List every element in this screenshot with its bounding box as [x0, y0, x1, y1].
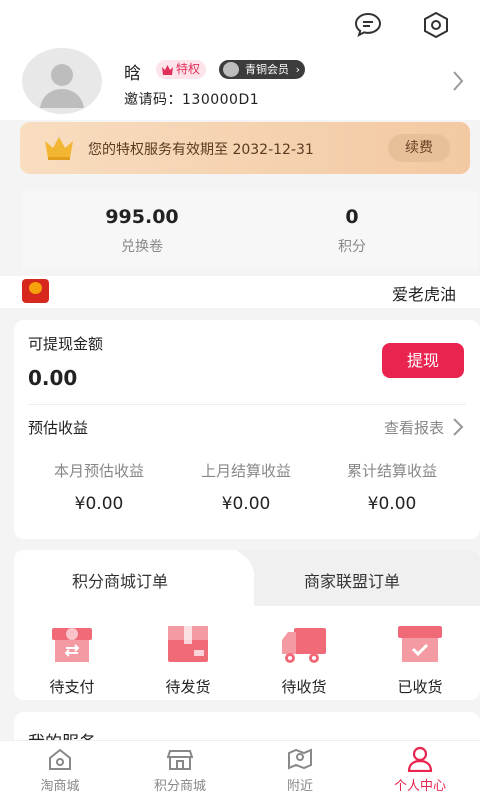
- vip-expiry-text: 您的特权服务有效期至 2032-12-31: [88, 142, 314, 158]
- nav-label: 个人中心: [393, 779, 446, 794]
- view-report-link[interactable]: 查看报表: [384, 417, 444, 438]
- nav-nearby[interactable]: 附近: [240, 745, 360, 794]
- withdrawable-title: 可提现金额: [28, 335, 104, 353]
- crown-icon: [161, 63, 174, 82]
- package-icon: [164, 620, 212, 668]
- stat-label: 积分: [338, 239, 366, 255]
- map-icon: [240, 745, 360, 773]
- earnings-cumulative: 累计结算收益 ¥0.00: [317, 460, 467, 514]
- member-level-badge[interactable]: 青铜会员 ›: [219, 60, 305, 79]
- order-pending-receipt[interactable]: 待收货: [260, 620, 348, 697]
- settings-icon[interactable]: [421, 10, 451, 40]
- announcement-ticker[interactable]: 爱老虎油: [0, 276, 480, 308]
- invite-code: 邀请码：130000D1: [124, 92, 260, 108]
- nav-profile-center[interactable]: 个人中心: [360, 745, 480, 794]
- stat-points[interactable]: 0 积分: [232, 191, 472, 256]
- divider: [28, 404, 466, 405]
- nav-label: 淘商城: [40, 779, 80, 794]
- ticker-text: 爱老虎油: [392, 285, 457, 304]
- top-bar: [0, 0, 480, 48]
- earnings-value: ¥0.00: [367, 494, 417, 514]
- chevron-right-icon: ›: [295, 63, 300, 76]
- estimate-title: 预估收益: [28, 419, 89, 437]
- order-label: 待收货: [281, 678, 327, 696]
- earnings-this-month: 本月预估收益 ¥0.00: [24, 460, 174, 514]
- profile-chevron-icon[interactable]: [452, 70, 464, 96]
- earnings-last-month: 上月结算收益 ¥0.00: [171, 460, 321, 514]
- earnings-label: 累计结算收益: [346, 462, 437, 480]
- order-received[interactable]: 已收货: [376, 620, 464, 697]
- stat-value: 995.00: [105, 206, 179, 228]
- earnings-value: ¥0.00: [221, 494, 271, 514]
- bronze-medal-icon: [223, 62, 239, 77]
- nav-tao-mall[interactable]: 淘商城: [0, 745, 120, 794]
- vip-banner: 您的特权服务有效期至 2032-12-31 续费: [20, 122, 470, 174]
- renew-button[interactable]: 续费: [388, 134, 450, 162]
- received-box-icon: [396, 620, 444, 668]
- order-pending-shipment[interactable]: 待发货: [144, 620, 232, 697]
- profile-section[interactable]: 晗 特权 青铜会员 › 邀请码：130000D1: [0, 48, 480, 120]
- stat-label: 兑换卷: [121, 239, 163, 255]
- bottom-nav: 淘商城 积分商城 附近 个人中心: [0, 740, 480, 800]
- privilege-label: 特权: [176, 62, 201, 76]
- order-label: 已收货: [397, 678, 443, 696]
- gold-crown-icon: [42, 134, 76, 166]
- tab-points-mall-orders[interactable]: 积分商城订单: [72, 568, 168, 592]
- gift-box-icon: [48, 620, 96, 668]
- earnings-value: ¥0.00: [74, 494, 124, 514]
- stat-value: 0: [345, 206, 359, 228]
- points-stats: 995.00 兑换卷 0 积分: [22, 191, 478, 269]
- earnings-label: 上月结算收益: [200, 462, 291, 480]
- avatar[interactable]: [22, 48, 102, 114]
- home-icon: [0, 745, 120, 773]
- withdrawable-amount: 0.00: [28, 366, 78, 390]
- earnings-label: 本月预估收益: [53, 462, 144, 480]
- nav-points-mall[interactable]: 积分商城: [120, 745, 240, 794]
- order-label: 待支付: [49, 678, 95, 696]
- order-label: 待发货: [165, 678, 211, 696]
- privilege-badge: 特权: [156, 60, 207, 82]
- chevron-right-icon[interactable]: [452, 417, 464, 441]
- order-pending-payment[interactable]: 待支付: [28, 620, 116, 697]
- tab-merchant-orders[interactable]: 商家联盟订单: [304, 568, 400, 592]
- message-icon[interactable]: [353, 10, 383, 40]
- withdraw-button[interactable]: 提现: [382, 343, 464, 378]
- username: 晗: [124, 64, 141, 84]
- earnings-card: 可提现金额 0.00 提现 预估收益 查看报表 本月预估收益 ¥0.00 上月结…: [14, 320, 480, 539]
- tiger-logo-icon: [22, 279, 49, 303]
- nav-label: 附近: [286, 779, 313, 794]
- truck-icon: [280, 620, 328, 668]
- store-icon: [120, 745, 240, 773]
- nav-label: 积分商城: [153, 779, 206, 794]
- orders-card: 积分商城订单 商家联盟订单 待支付 待发货 待收货 已收货: [14, 550, 480, 700]
- member-level-label: 青铜会员: [245, 63, 289, 76]
- stat-voucher[interactable]: 995.00 兑换卷: [22, 191, 262, 256]
- user-icon: [360, 745, 480, 773]
